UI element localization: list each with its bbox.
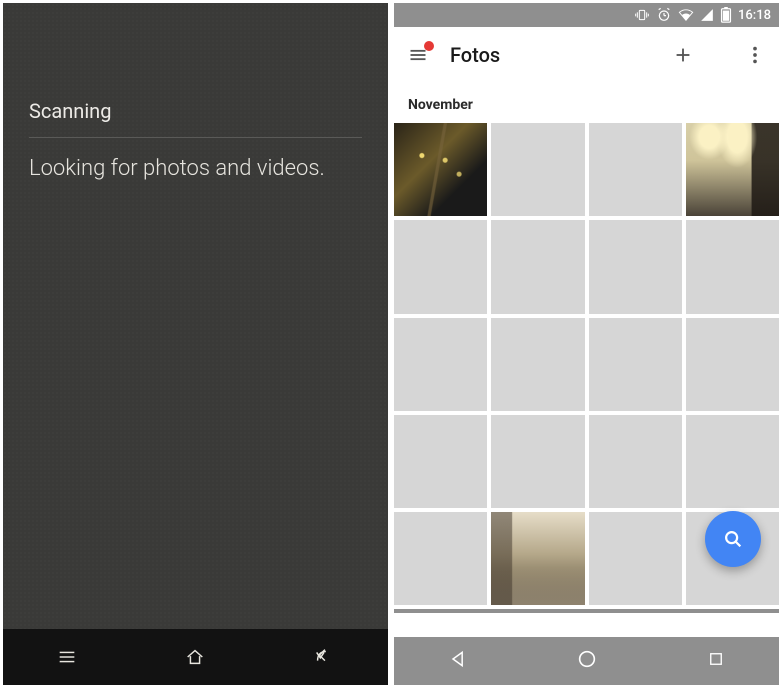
- scanning-subtext: Looking for photos and videos.: [29, 138, 362, 184]
- photo-placeholder[interactable]: [589, 318, 682, 411]
- notification-dot-icon: [424, 41, 434, 51]
- photo-placeholder[interactable]: [589, 415, 682, 508]
- cell-icon: [700, 8, 714, 22]
- wifi-icon: [678, 7, 694, 23]
- status-time: 16:18: [738, 8, 771, 23]
- photo-placeholder[interactable]: [394, 512, 487, 605]
- home-outline-icon[interactable]: [184, 646, 206, 668]
- vibrate-icon: [634, 7, 650, 23]
- photo-placeholder[interactable]: [394, 318, 487, 411]
- photos-content: November: [394, 83, 779, 637]
- battery-icon: [720, 7, 732, 23]
- add-button[interactable]: [671, 43, 695, 67]
- photo-placeholder[interactable]: [686, 220, 779, 313]
- menu-button[interactable]: [406, 43, 430, 67]
- right-phone-screen: 16:18 Fotos November: [391, 0, 782, 688]
- home-circle-icon[interactable]: [576, 648, 598, 674]
- photo-placeholder[interactable]: [589, 123, 682, 216]
- left-phone-screen: Scanning Looking for photos and videos.: [0, 0, 391, 688]
- right-nav-bar: [394, 637, 779, 685]
- photo-thumbnail[interactable]: [394, 123, 487, 216]
- app-bar: Fotos: [394, 27, 779, 83]
- app-title: Fotos: [450, 43, 651, 67]
- photo-placeholder[interactable]: [686, 318, 779, 411]
- photo-placeholder[interactable]: [589, 512, 682, 605]
- alarm-icon: [656, 7, 672, 23]
- photo-placeholder[interactable]: [491, 318, 584, 411]
- back-triangle-icon[interactable]: [448, 649, 468, 673]
- more-button[interactable]: [743, 43, 767, 67]
- status-bar: 16:18: [394, 3, 779, 27]
- photo-placeholder[interactable]: [394, 220, 487, 313]
- hamburger-icon[interactable]: [56, 646, 78, 668]
- left-content: Scanning Looking for photos and videos.: [3, 3, 388, 629]
- photo-placeholder[interactable]: [491, 415, 584, 508]
- section-month-label: November: [394, 83, 779, 123]
- photo-placeholder[interactable]: [589, 220, 682, 313]
- grid-separator: [394, 609, 779, 613]
- photo-placeholder[interactable]: [686, 415, 779, 508]
- back-arrow-icon[interactable]: [313, 646, 335, 668]
- search-fab[interactable]: [705, 511, 761, 567]
- left-nav-bar: [3, 629, 388, 685]
- photo-placeholder[interactable]: [491, 123, 584, 216]
- recent-square-icon[interactable]: [707, 650, 725, 672]
- photo-placeholder[interactable]: [394, 415, 487, 508]
- photo-thumbnail[interactable]: [686, 123, 779, 216]
- photo-placeholder[interactable]: [491, 220, 584, 313]
- photo-thumbnail[interactable]: [491, 512, 584, 605]
- scanning-heading: Scanning: [29, 3, 362, 138]
